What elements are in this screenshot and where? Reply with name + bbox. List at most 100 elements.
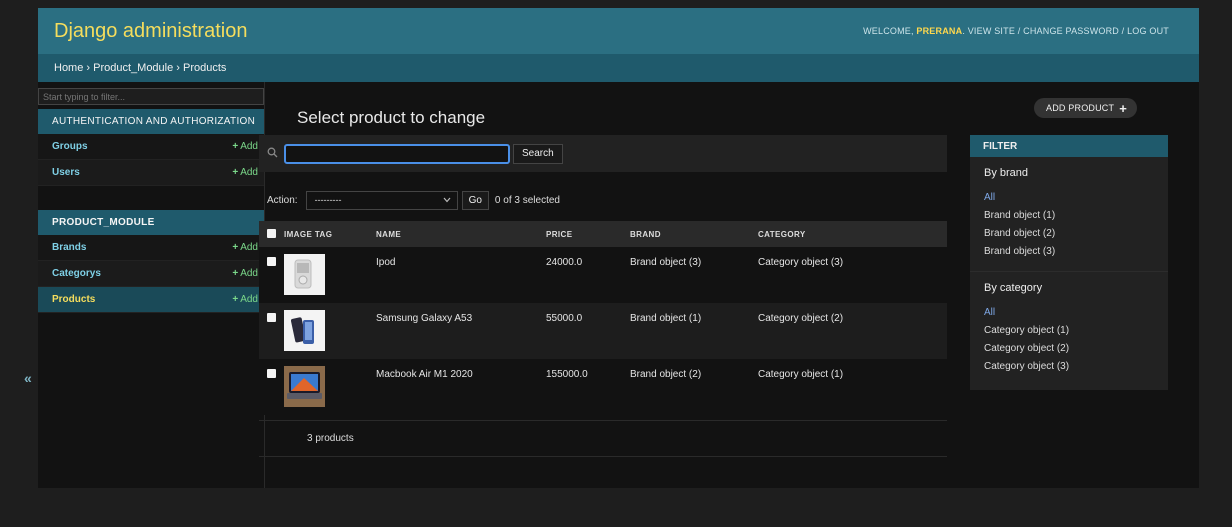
nav-filter-input[interactable] [38,88,264,105]
column-header-brand[interactable]: BRAND [630,221,758,247]
action-select[interactable]: --------- [305,190,458,210]
add-link[interactable]: + Add [232,167,258,178]
table-row: Ipod 24000.0 Brand object (3) Category o… [259,247,947,303]
breadcrumb-separator: › [83,62,94,74]
brand-cell: Brand object (2) [630,359,758,415]
row-checkbox[interactable] [267,257,276,266]
filter-option[interactable]: Brand object (2) [984,225,1168,243]
plus-icon: + [232,167,239,178]
change-password-link[interactable]: CHANGE PASSWORD [1023,26,1119,36]
column-header-price[interactable]: PRICE [546,221,630,247]
app-header-auth[interactable]: AUTHENTICATION AND AUTHORIZATION [38,109,264,134]
username: PRERANA [916,26,963,36]
add-label: Add [240,242,258,253]
sidebar-item-label[interactable]: Categorys [52,268,101,279]
filter-option[interactable]: Category object (1) [984,322,1168,340]
product-name-link[interactable]: Ipod [376,247,546,303]
image-cell [284,359,376,415]
select-all-checkbox[interactable] [267,228,276,238]
site-branding[interactable]: Django administration [54,20,247,43]
row-select-cell [259,303,284,359]
plus-icon: + [232,294,239,305]
add-product-button[interactable]: ADD PRODUCT + [1034,98,1137,118]
search-button[interactable]: Search [513,143,563,164]
log-out-link[interactable]: LOG OUT [1127,26,1169,36]
row-select-cell [259,359,284,415]
filter-option[interactable]: Brand object (1) [984,207,1168,225]
sidebar-item-label[interactable]: Users [52,167,80,178]
double-chevron-left-icon[interactable]: « [24,370,32,386]
table-header-row: IMAGE TAG NAME PRICE BRAND CATEGORY [259,221,947,247]
app-header-product-module[interactable]: PRODUCT_MODULE [38,210,264,235]
brand-cell: Brand object (1) [630,303,758,359]
product-name-link[interactable]: Macbook Air M1 2020 [376,359,546,415]
search-toolbar: Search [259,135,947,172]
category-cell: Category object (1) [758,359,947,415]
sidebar-item-label[interactable]: Brands [52,242,86,253]
breadcrumb-home[interactable]: Home [54,62,83,74]
paginator: 3 products [259,420,947,457]
image-cell [284,247,376,303]
sidebar-item-label[interactable]: Products [52,294,95,305]
product-thumbnail [284,310,325,351]
action-selected-option: --------- [314,195,342,205]
sidebar-item-products[interactable]: Products + Add [38,287,264,313]
action-label: Action: [267,194,298,206]
breadcrumb-app[interactable]: Product_Module [93,62,173,74]
column-header-category[interactable]: CATEGORY [758,221,947,247]
plus-icon: + [1119,100,1127,116]
product-name-link[interactable]: Samsung Galaxy A53 [376,303,546,359]
add-link[interactable]: + Add [232,294,258,305]
category-cell: Category object (2) [758,303,947,359]
filter-option[interactable]: Category object (3) [984,358,1168,376]
filter-group-title-brand: By brand [984,167,1029,179]
row-checkbox[interactable] [267,313,276,322]
filter-group-title-category: By category [984,282,1043,294]
header: Django administration WELCOME, PRERANA. … [38,8,1199,54]
row-select-cell [259,247,284,303]
welcome-text: WELCOME, [863,26,914,36]
go-button[interactable]: Go [461,190,489,210]
result-list-table: IMAGE TAG NAME PRICE BRAND CATEGORY Ipod… [259,221,947,415]
column-header-name[interactable]: NAME [376,221,546,247]
plus-icon: + [232,242,239,253]
nav-sidebar: AUTHENTICATION AND AUTHORIZATION Groups … [38,82,265,488]
page-title: Select product to change [297,108,486,127]
add-product-label: ADD PRODUCT [1046,103,1115,113]
search-icon [267,147,278,161]
add-label: Add [240,294,258,305]
price-cell: 24000.0 [546,247,630,303]
actions-bar: Action: --------- Go 0 of 3 selected [259,189,947,211]
changelist-filter: FILTER By brand All Brand object (1) Bra… [970,135,1168,390]
selection-counter: 0 of 3 selected [494,194,560,206]
row-checkbox[interactable] [267,369,276,378]
price-cell: 55000.0 [546,303,630,359]
select-all-cell [259,221,284,247]
filter-option-all[interactable]: All [984,304,1168,322]
sidebar-item-label[interactable]: Groups [52,141,88,152]
breadcrumb-separator: › [173,62,184,74]
sidebar-item-brands[interactable]: Brands + Add [38,235,264,261]
filter-option[interactable]: Brand object (3) [984,243,1168,261]
search-input[interactable] [284,143,510,164]
filter-option-all[interactable]: All [984,189,1168,207]
add-link[interactable]: + Add [232,242,258,253]
sidebar-item-groups[interactable]: Groups + Add [38,134,264,160]
filter-option[interactable]: Category object (2) [984,340,1168,358]
add-label: Add [240,268,258,279]
breadcrumb: Home › Product_Module › Products [38,54,1199,82]
price-cell: 155000.0 [546,359,630,415]
table-row: Samsung Galaxy A53 55000.0 Brand object … [259,303,947,359]
sidebar-item-categorys[interactable]: Categorys + Add [38,261,264,287]
add-link[interactable]: + Add [232,141,258,152]
view-site-link[interactable]: VIEW SITE [968,26,1015,36]
add-link[interactable]: + Add [232,268,258,279]
table-row: Macbook Air M1 2020 155000.0 Brand objec… [259,359,947,415]
add-label: Add [240,141,258,152]
add-label: Add [240,167,258,178]
plus-icon: + [232,268,239,279]
breadcrumb-current: Products [183,62,227,74]
brand-cell: Brand object (3) [630,247,758,303]
sidebar-item-users[interactable]: Users + Add [38,160,264,186]
column-header-image-tag[interactable]: IMAGE TAG [284,221,376,247]
